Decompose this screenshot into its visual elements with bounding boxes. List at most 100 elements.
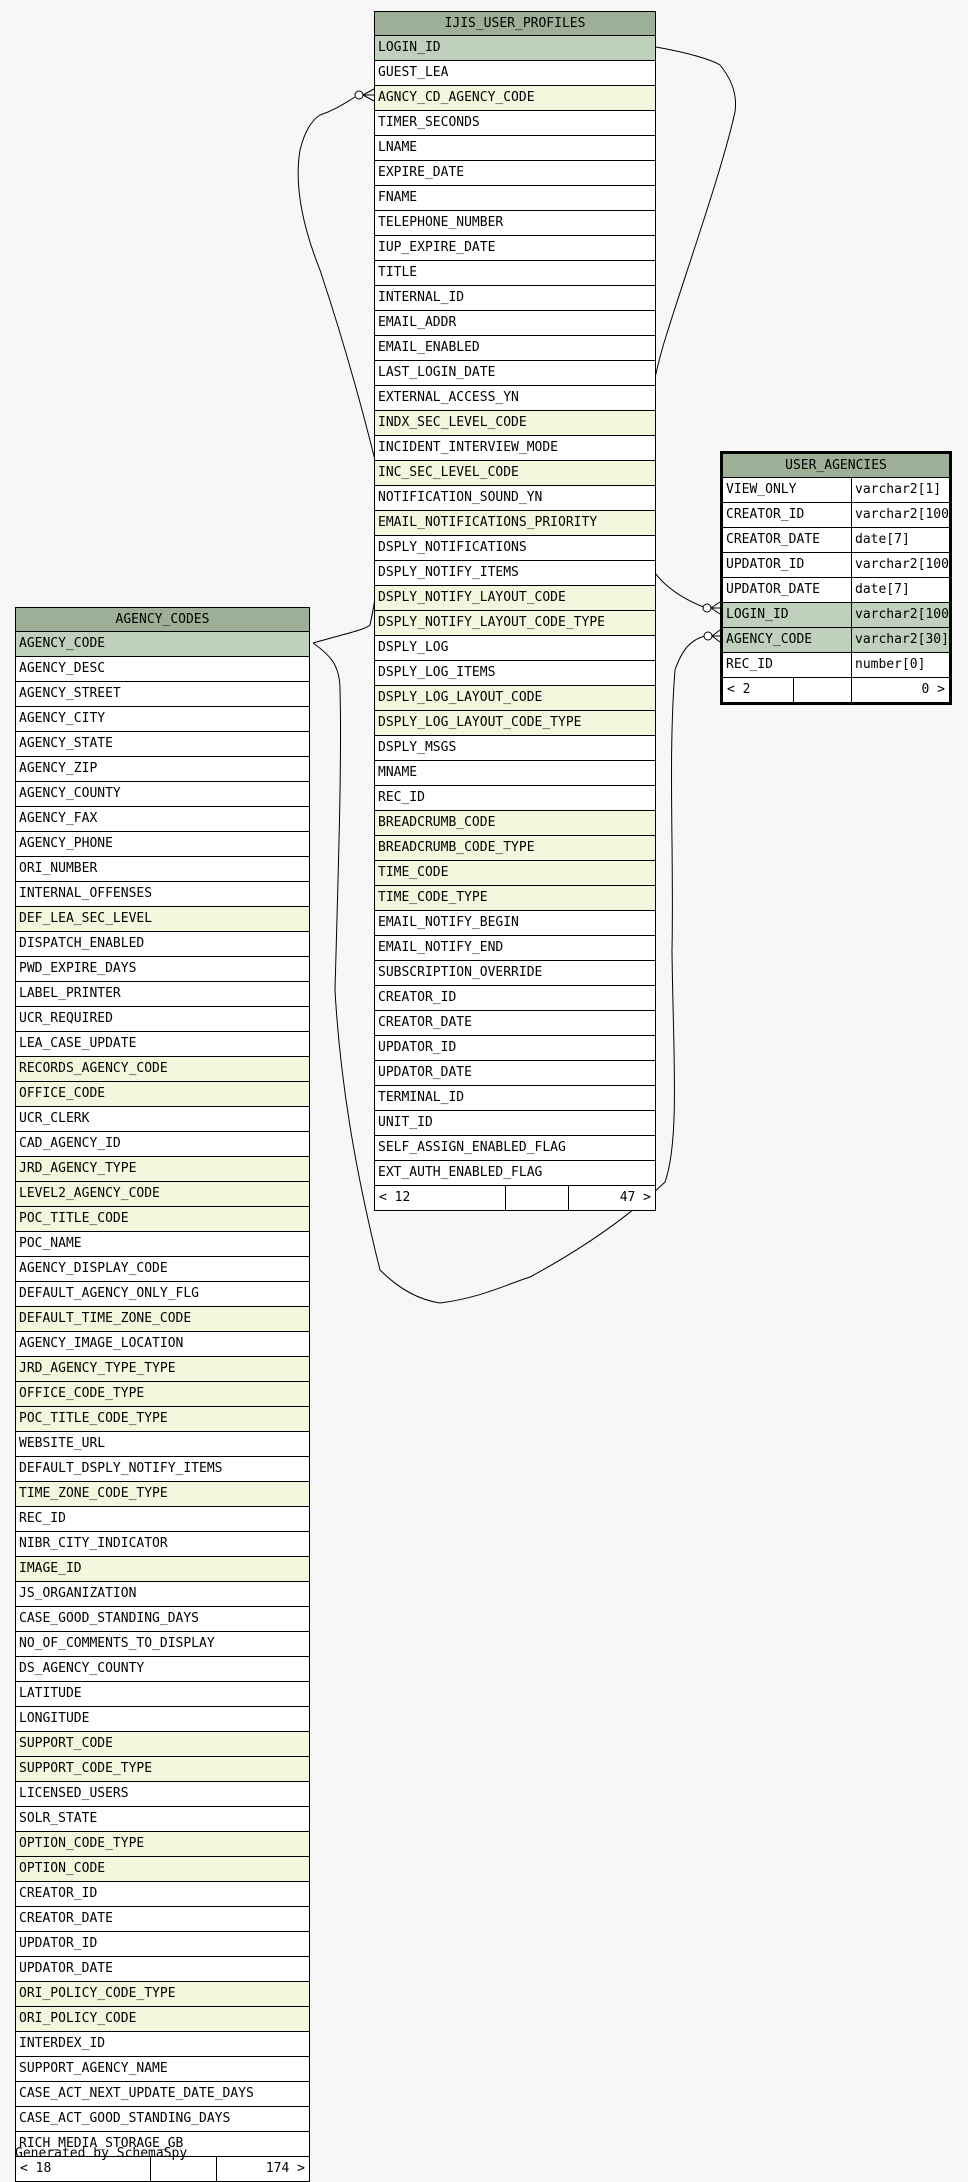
column-row[interactable]: GUEST_LEA <box>375 61 655 86</box>
column-row[interactable]: LOGIN_ID varchar2[100] <box>723 603 949 628</box>
column-row[interactable]: DEFAULT_AGENCY_ONLY_FLG <box>16 1282 309 1307</box>
column-row[interactable]: UPDATOR_ID varchar2[100] <box>723 553 949 578</box>
column-row[interactable]: DSPLY_LOG_LAYOUT_CODE <box>375 686 655 711</box>
column-row[interactable]: SUPPORT_CODE_TYPE <box>16 1757 309 1782</box>
column-row[interactable]: REC_ID <box>375 786 655 811</box>
column-row[interactable]: UCR_REQUIRED <box>16 1007 309 1032</box>
column-row[interactable]: CAD_AGENCY_ID <box>16 1132 309 1157</box>
column-row[interactable]: LATITUDE <box>16 1682 309 1707</box>
column-row[interactable]: DEFAULT_TIME_ZONE_CODE <box>16 1307 309 1332</box>
column-row[interactable]: EXTERNAL_ACCESS_YN <box>375 386 655 411</box>
column-row[interactable]: INCIDENT_INTERVIEW_MODE <box>375 436 655 461</box>
column-row[interactable]: NOTIFICATION_SOUND_YN <box>375 486 655 511</box>
column-row[interactable]: DSPLY_LOG_LAYOUT_CODE_TYPE <box>375 711 655 736</box>
table-title[interactable]: USER_AGENCIES <box>723 454 949 478</box>
column-row[interactable]: UPDATOR_DATE date[7] <box>723 578 949 603</box>
column-row[interactable]: AGENCY_STATE <box>16 732 309 757</box>
column-row[interactable]: SOLR_STATE <box>16 1807 309 1832</box>
column-row[interactable]: EXT_AUTH_ENABLED_FLAG <box>375 1161 655 1186</box>
column-row[interactable]: AGENCY_CITY <box>16 707 309 732</box>
column-row[interactable]: LICENSED_USERS <box>16 1782 309 1807</box>
column-row[interactable]: CREATOR_DATE <box>375 1011 655 1036</box>
column-row[interactable]: RECORDS_AGENCY_CODE <box>16 1057 309 1082</box>
column-row[interactable]: AGENCY_DESC <box>16 657 309 682</box>
column-row[interactable]: TERMINAL_ID <box>375 1086 655 1111</box>
column-row[interactable]: WEBSITE_URL <box>16 1432 309 1457</box>
column-row[interactable]: LOGIN_ID <box>375 36 655 61</box>
column-row[interactable]: TITLE <box>375 261 655 286</box>
column-row[interactable]: AGENCY_FAX <box>16 807 309 832</box>
column-row[interactable]: MNAME <box>375 761 655 786</box>
column-row[interactable]: CREATOR_ID varchar2[100] <box>723 503 949 528</box>
column-row[interactable]: POC_TITLE_CODE_TYPE <box>16 1407 309 1432</box>
column-row[interactable]: LAST_LOGIN_DATE <box>375 361 655 386</box>
column-row[interactable]: AGENCY_STREET <box>16 682 309 707</box>
footer-parents[interactable]: < 2 <box>723 678 793 702</box>
column-row[interactable]: TIME_CODE_TYPE <box>375 886 655 911</box>
column-row[interactable]: AGNCY_CD_AGENCY_CODE <box>375 86 655 111</box>
column-row[interactable]: CASE_ACT_GOOD_STANDING_DAYS <box>16 2107 309 2132</box>
column-row[interactable]: POC_NAME <box>16 1232 309 1257</box>
column-row[interactable]: CREATOR_ID <box>375 986 655 1011</box>
column-row[interactable]: BREADCRUMB_CODE <box>375 811 655 836</box>
column-row[interactable]: TIMER_SECONDS <box>375 111 655 136</box>
column-row[interactable]: EMAIL_ADDR <box>375 311 655 336</box>
column-row[interactable]: DSPLY_NOTIFY_ITEMS <box>375 561 655 586</box>
column-row[interactable]: INDX_SEC_LEVEL_CODE <box>375 411 655 436</box>
column-row[interactable]: DSPLY_NOTIFY_LAYOUT_CODE_TYPE <box>375 611 655 636</box>
column-row[interactable]: EMAIL_NOTIFY_BEGIN <box>375 911 655 936</box>
column-row[interactable]: UNIT_ID <box>375 1111 655 1136</box>
column-row[interactable]: EXPIRE_DATE <box>375 161 655 186</box>
column-row[interactable]: OPTION_CODE_TYPE <box>16 1832 309 1857</box>
column-row[interactable]: CREATOR_DATE <box>16 1907 309 1932</box>
column-row[interactable]: AGENCY_PHONE <box>16 832 309 857</box>
column-row[interactable]: AGENCY_CODE varchar2[30] <box>723 628 949 653</box>
column-row[interactable]: IMAGE_ID <box>16 1557 309 1582</box>
column-row[interactable]: DEFAULT_DSPLY_NOTIFY_ITEMS <box>16 1457 309 1482</box>
column-row[interactable]: ORI_POLICY_CODE_TYPE <box>16 1982 309 2007</box>
column-row[interactable]: INC_SEC_LEVEL_CODE <box>375 461 655 486</box>
footer-children[interactable]: 174 > <box>216 2157 309 2181</box>
column-row[interactable]: SUBSCRIPTION_OVERRIDE <box>375 961 655 986</box>
table-title[interactable]: IJIS_USER_PROFILES <box>375 12 655 36</box>
column-row[interactable]: NIBR_CITY_INDICATOR <box>16 1532 309 1557</box>
footer-parents[interactable]: < 12 <box>375 1186 505 1210</box>
column-row[interactable]: AGENCY_DISPLAY_CODE <box>16 1257 309 1282</box>
column-row[interactable]: IUP_EXPIRE_DATE <box>375 236 655 261</box>
column-row[interactable]: REC_ID <box>16 1507 309 1532</box>
column-row[interactable]: LONGITUDE <box>16 1707 309 1732</box>
column-row[interactable]: AGENCY_IMAGE_LOCATION <box>16 1332 309 1357</box>
column-row[interactable]: UCR_CLERK <box>16 1107 309 1132</box>
column-row[interactable]: DEF_LEA_SEC_LEVEL <box>16 907 309 932</box>
column-row[interactable]: BREADCRUMB_CODE_TYPE <box>375 836 655 861</box>
column-row[interactable]: ORI_NUMBER <box>16 857 309 882</box>
column-row[interactable]: UPDATOR_ID <box>375 1036 655 1061</box>
column-row[interactable]: OFFICE_CODE <box>16 1082 309 1107</box>
column-row[interactable]: TIME_ZONE_CODE_TYPE <box>16 1482 309 1507</box>
column-row[interactable]: DS_AGENCY_COUNTY <box>16 1657 309 1682</box>
column-row[interactable]: VIEW_ONLY varchar2[1] <box>723 478 949 503</box>
column-row[interactable]: DSPLY_NOTIFY_LAYOUT_CODE <box>375 586 655 611</box>
column-row[interactable]: ORI_POLICY_CODE <box>16 2007 309 2032</box>
column-row[interactable]: JRD_AGENCY_TYPE_TYPE <box>16 1357 309 1382</box>
column-row[interactable]: INTERNAL_OFFENSES <box>16 882 309 907</box>
column-row[interactable]: LNAME <box>375 136 655 161</box>
column-row[interactable]: DSPLY_LOG_ITEMS <box>375 661 655 686</box>
table-agency-codes[interactable]: AGENCY_CODES AGENCY_CODE AGENCY_DESC AGENC… <box>15 607 310 2182</box>
column-row[interactable]: DSPLY_NOTIFICATIONS <box>375 536 655 561</box>
column-row[interactable]: INTERDEX_ID <box>16 2032 309 2057</box>
column-row[interactable]: TELEPHONE_NUMBER <box>375 211 655 236</box>
column-row[interactable]: POC_TITLE_CODE <box>16 1207 309 1232</box>
column-row[interactable]: OPTION_CODE <box>16 1857 309 1882</box>
footer-children[interactable]: 0 > <box>851 678 949 702</box>
column-row[interactable]: NO_OF_COMMENTS_TO_DISPLAY <box>16 1632 309 1657</box>
column-row[interactable]: JRD_AGENCY_TYPE <box>16 1157 309 1182</box>
column-row[interactable]: AGENCY_ZIP <box>16 757 309 782</box>
column-row[interactable]: EMAIL_ENABLED <box>375 336 655 361</box>
column-row[interactable]: OFFICE_CODE_TYPE <box>16 1382 309 1407</box>
column-row[interactable]: CASE_GOOD_STANDING_DAYS <box>16 1607 309 1632</box>
column-row[interactable]: INTERNAL_ID <box>375 286 655 311</box>
column-row[interactable]: REC_ID number[0] <box>723 653 949 678</box>
column-row[interactable]: SELF_ASSIGN_ENABLED_FLAG <box>375 1136 655 1161</box>
column-row[interactable]: UPDATOR_ID <box>16 1932 309 1957</box>
